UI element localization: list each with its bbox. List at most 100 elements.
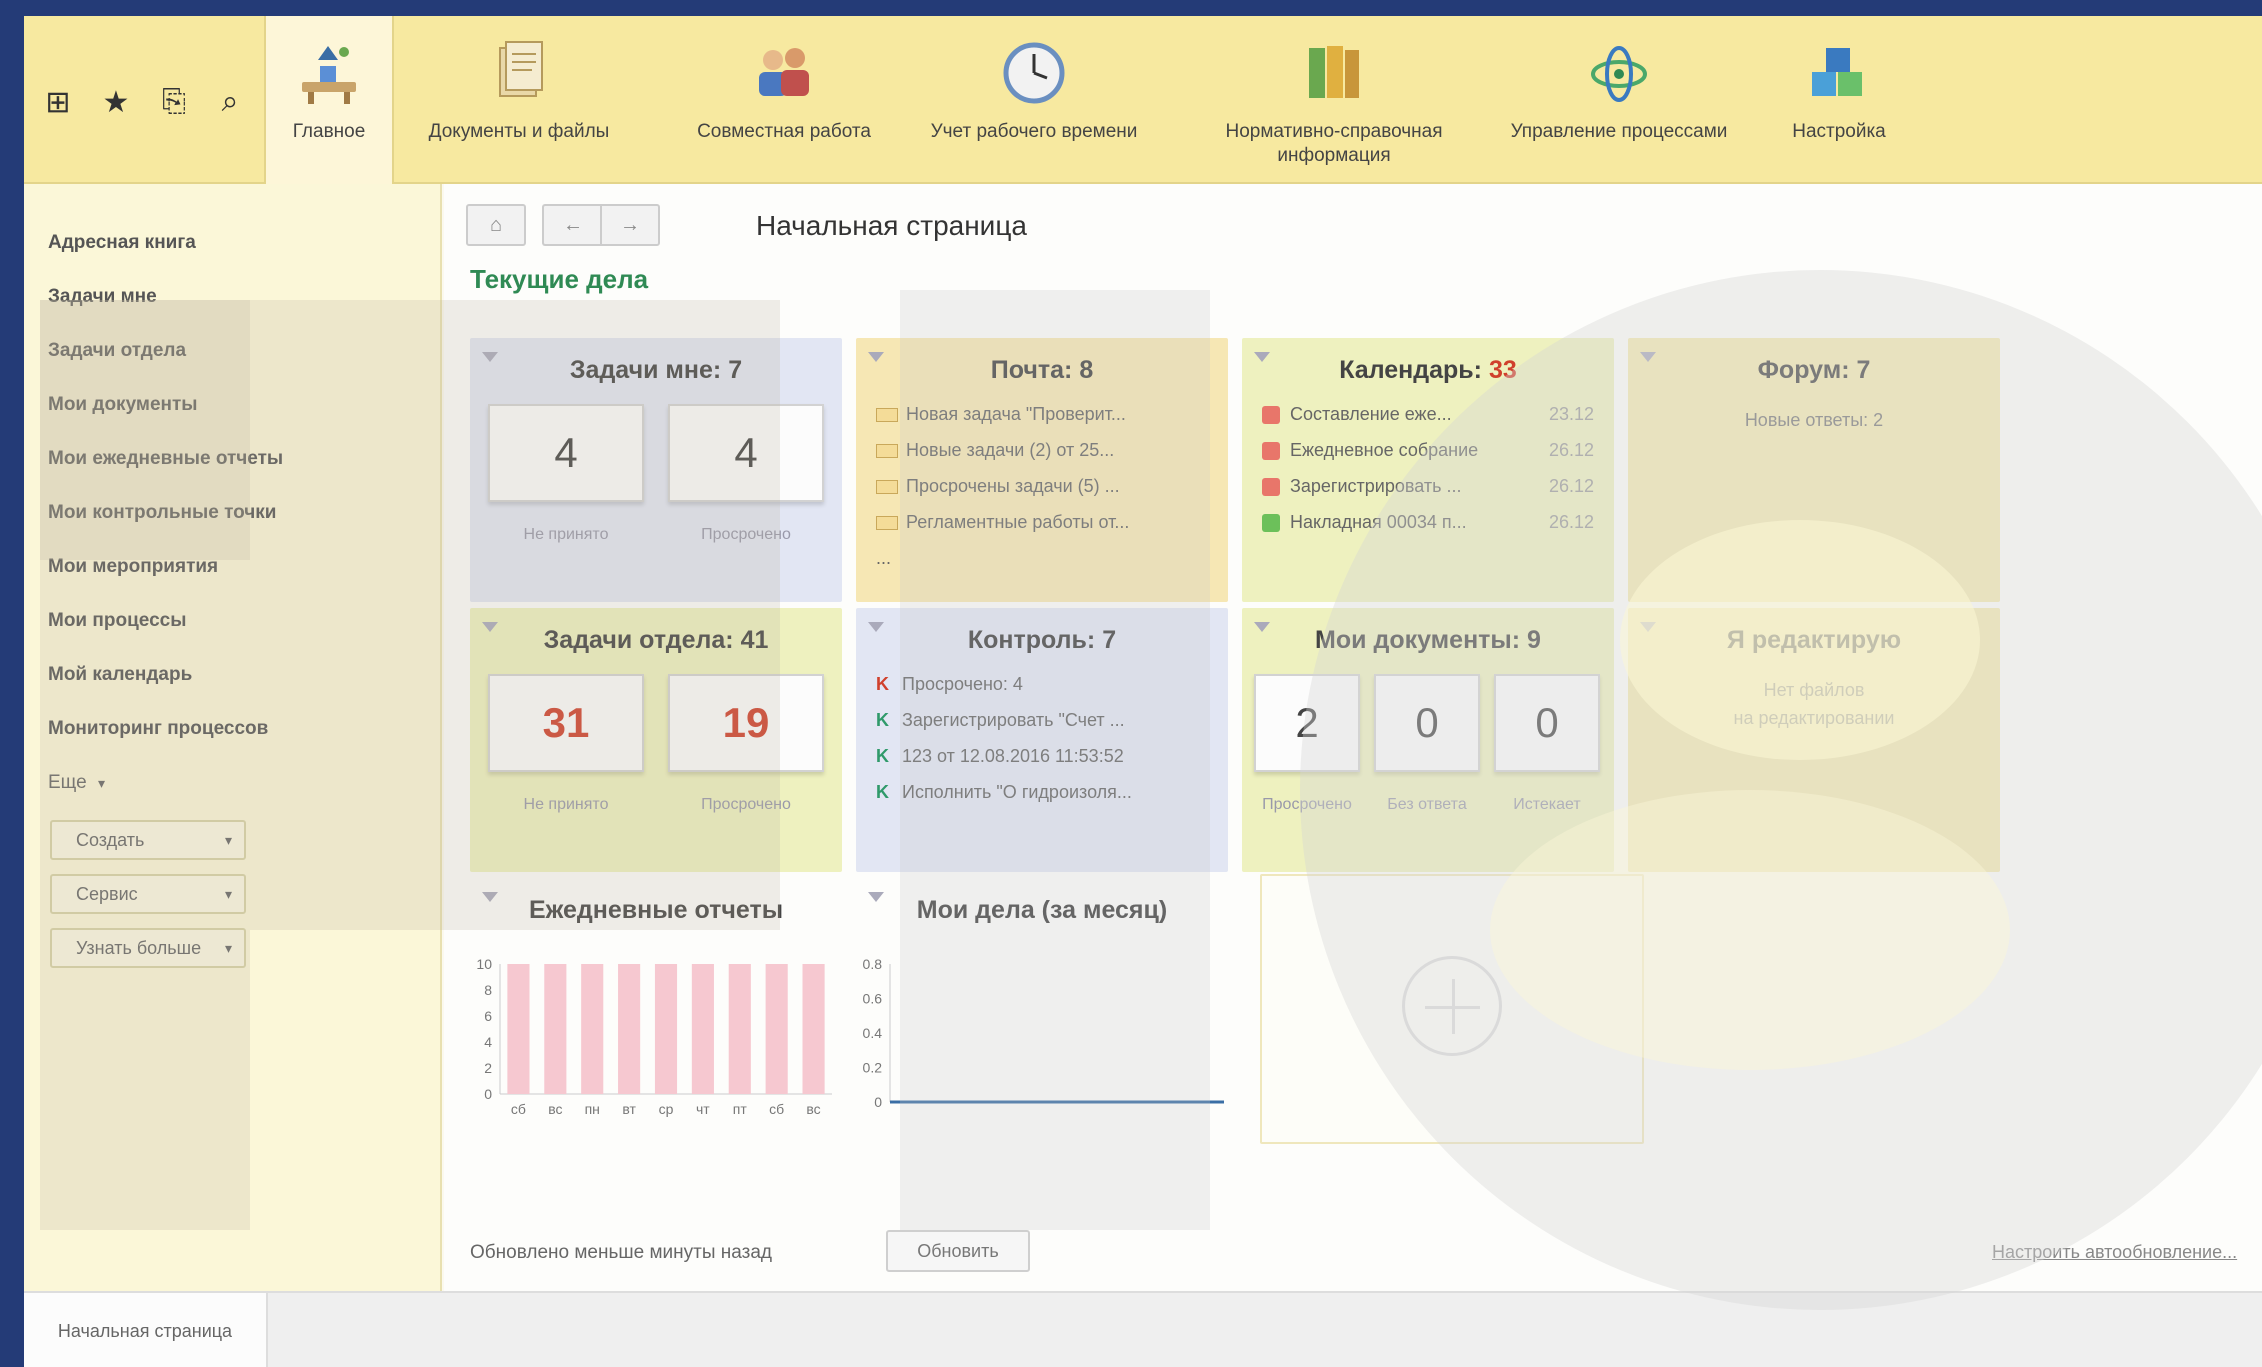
control-item[interactable]: K 123 от 12.08.2016 11:53:52 bbox=[876, 746, 1124, 767]
y-tick-label: 0.2 bbox=[863, 1060, 883, 1076]
forward-button[interactable]: → bbox=[600, 204, 660, 246]
nav-checkpoints[interactable]: Мои контрольные точки bbox=[48, 502, 276, 524]
counter-no-answer[interactable]: 0 bbox=[1374, 674, 1480, 772]
y-tick-label: 0 bbox=[484, 1086, 492, 1102]
calendar-item[interactable]: Зарегистрировать ... bbox=[1262, 476, 1461, 497]
widget-count: 7 bbox=[1856, 356, 1871, 384]
arrow-right-icon: → bbox=[620, 213, 640, 236]
section-label: Совместная работа bbox=[697, 121, 871, 142]
mail-item[interactable]: Регламентные работы от... bbox=[876, 512, 1129, 533]
widget-tasks-me: Задачи мне: 7 4 4 Не принято Просрочено bbox=[470, 338, 842, 602]
mail-item[interactable]: Просрочены задачи (5) ... bbox=[876, 476, 1120, 497]
control-item[interactable]: K Просрочено: 4 bbox=[876, 674, 1023, 695]
plus-circle-icon[interactable] bbox=[1402, 956, 1502, 1056]
nav-calendar[interactable]: Мой календарь bbox=[48, 664, 192, 686]
widget-title[interactable]: Мои дела (за месяц) bbox=[856, 896, 1228, 925]
x-tick-label: вт bbox=[622, 1101, 636, 1117]
widget-title[interactable]: Контроль: 7 bbox=[856, 626, 1228, 655]
grid-icon[interactable]: ⊞ bbox=[38, 82, 78, 122]
control-item[interactable]: K Исполнить "О гидроизоля... bbox=[876, 782, 1132, 803]
counter-label: Просрочено bbox=[701, 526, 791, 543]
mail-item[interactable]: Новые задачи (2) от 25... bbox=[876, 440, 1114, 461]
mail-item-text: Регламентные работы от... bbox=[906, 512, 1130, 532]
tab-start-page[interactable]: Начальная страница bbox=[24, 1293, 268, 1367]
widget-title[interactable]: Календарь: 33 bbox=[1242, 356, 1614, 385]
section-settings[interactable]: Настройка bbox=[1764, 16, 1914, 184]
service-button[interactable]: Сервис ▾ bbox=[50, 874, 246, 914]
nav-events[interactable]: Мои мероприятия bbox=[48, 556, 218, 578]
bar bbox=[544, 964, 567, 1094]
widget-title[interactable]: Я редактирую bbox=[1628, 626, 2000, 655]
calendar-item-date: 26.12 bbox=[1548, 440, 1594, 460]
autorefresh-link[interactable]: Настроить автообновление... bbox=[1992, 1242, 2237, 1263]
y-tick-label: 8 bbox=[484, 982, 492, 998]
mail-item[interactable]: Новая задача "Проверит... bbox=[876, 404, 1126, 425]
counter-not-accepted[interactable]: 31 bbox=[488, 674, 644, 772]
widget-title[interactable]: Задачи мне: 7 bbox=[470, 356, 842, 385]
section-label: Настройка bbox=[1792, 121, 1886, 142]
home-button[interactable]: ⌂ bbox=[466, 204, 526, 246]
nav-tasks-dept[interactable]: Задачи отдела bbox=[48, 340, 186, 362]
control-k-icon: K bbox=[876, 746, 889, 766]
section-reference[interactable]: Нормативно-справочная информация bbox=[1184, 16, 1484, 184]
counter-expiring[interactable]: 0 bbox=[1494, 674, 1600, 772]
create-button[interactable]: Создать ▾ bbox=[50, 820, 246, 860]
calendar-item[interactable]: Составление еже... bbox=[1262, 404, 1452, 425]
widget-title[interactable]: Почта: 8 bbox=[856, 356, 1228, 385]
x-tick-label: сб bbox=[769, 1101, 784, 1117]
control-k-icon: K bbox=[876, 782, 889, 802]
counter-overdue[interactable]: 2 bbox=[1254, 674, 1360, 772]
mail-more-link[interactable]: ... bbox=[876, 548, 891, 569]
section-collaboration[interactable]: Совместная работа bbox=[659, 16, 909, 184]
binders-icon bbox=[1309, 46, 1359, 98]
counter-not-accepted[interactable]: 4 bbox=[488, 404, 644, 502]
app-window: ⊞ ★ ⎘ ⌕ Главное Документы и файлы Совмес… bbox=[24, 16, 2262, 1367]
counter-overdue[interactable]: 4 bbox=[668, 404, 824, 502]
calendar-item[interactable]: Ежедневное собрание bbox=[1262, 440, 1478, 461]
nav-processes[interactable]: Мои процессы bbox=[48, 610, 186, 632]
y-tick-label: 0.8 bbox=[863, 956, 883, 972]
bar bbox=[765, 964, 788, 1094]
nav-process-monitoring[interactable]: Мониторинг процессов bbox=[48, 718, 268, 740]
y-tick-label: 0 bbox=[874, 1094, 882, 1110]
widget-title[interactable]: Мои документы: 9 bbox=[1242, 626, 1614, 655]
nav-my-documents[interactable]: Мои документы bbox=[48, 394, 198, 416]
home-icon: ⌂ bbox=[489, 213, 503, 236]
bar bbox=[618, 964, 641, 1094]
settings-cubes-icon bbox=[1812, 48, 1862, 96]
counter-overdue[interactable]: 19 bbox=[668, 674, 824, 772]
section-main[interactable]: Главное bbox=[264, 16, 394, 188]
widget-title[interactable]: Форум: 7 bbox=[1628, 356, 2000, 385]
widget-title[interactable]: Задачи отдела: 41 bbox=[470, 626, 842, 655]
more-link[interactable]: Еще ▾ bbox=[48, 772, 105, 794]
counter-label: Без ответа bbox=[1387, 796, 1467, 813]
widget-calendar: Календарь: 33 Составление еже... 23.12 Е… bbox=[1242, 338, 1614, 602]
nav-daily-reports[interactable]: Мои ежедневные отчеты bbox=[48, 448, 283, 470]
widget-editing: Я редактирую Нет файлов на редактировани… bbox=[1628, 608, 2000, 872]
refresh-button[interactable]: Обновить bbox=[886, 1230, 1030, 1272]
back-button[interactable]: ← bbox=[542, 204, 602, 246]
bar bbox=[728, 964, 751, 1094]
learn-more-button[interactable]: Узнать больше ▾ bbox=[50, 928, 246, 968]
calendar-item-date: 26.12 bbox=[1548, 476, 1594, 496]
section-documents[interactable]: Документы и файлы bbox=[414, 16, 624, 184]
y-tick-label: 0.4 bbox=[863, 1025, 883, 1041]
x-tick-label: вс bbox=[806, 1101, 820, 1117]
star-icon[interactable]: ★ bbox=[96, 82, 136, 122]
section-time-tracking[interactable]: Учет рабочего времени bbox=[904, 16, 1164, 184]
chevron-down-icon: ▾ bbox=[224, 886, 232, 902]
counter-label: Просрочено bbox=[1262, 796, 1352, 813]
nav-address-book[interactable]: Адресная книга bbox=[48, 232, 196, 254]
event-marker-icon bbox=[1262, 406, 1280, 425]
search-icon[interactable]: ⌕ bbox=[210, 82, 250, 122]
nav-tasks-me[interactable]: Задачи мне bbox=[48, 286, 157, 308]
control-item[interactable]: K Зарегистрировать "Счет ... bbox=[876, 710, 1125, 731]
home-desk-icon bbox=[302, 46, 356, 104]
section-processes[interactable]: Управление процессами bbox=[1484, 16, 1754, 184]
calendar-item[interactable]: Накладная 00034 п... bbox=[1262, 512, 1467, 533]
history-icon[interactable]: ⎘ bbox=[154, 82, 194, 122]
widget-title[interactable]: Ежедневные отчеты bbox=[470, 896, 842, 925]
forum-new-replies[interactable]: Новые ответы: 2 bbox=[1628, 406, 2000, 434]
bar bbox=[802, 964, 825, 1094]
widget-count: 8 bbox=[1079, 356, 1094, 384]
